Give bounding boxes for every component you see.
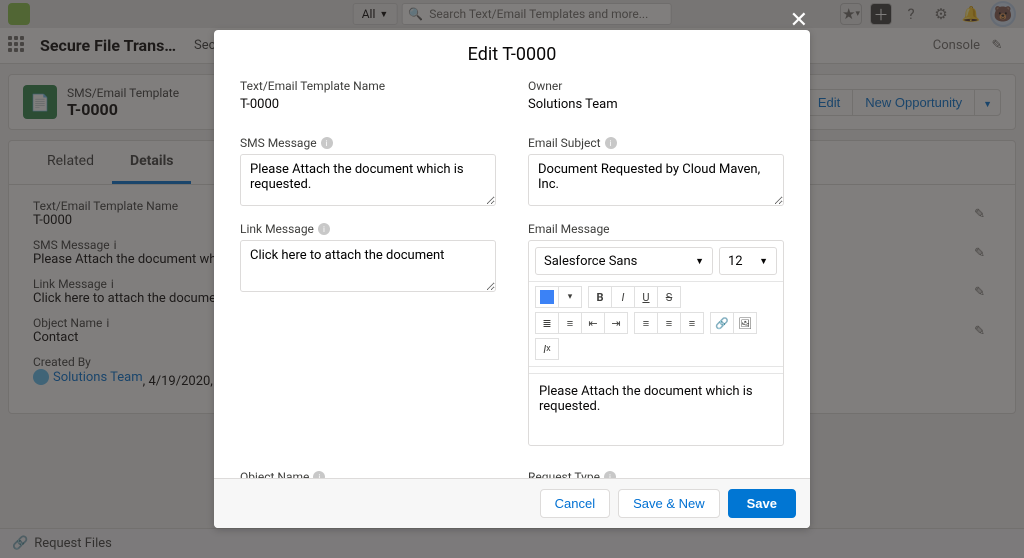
font-size-select[interactable]: 12 ▼ (719, 247, 777, 275)
bold-button[interactable]: B (588, 286, 612, 308)
indent-button[interactable]: ⇥ (604, 312, 628, 334)
label-email-subject: Email Subject (528, 136, 601, 150)
edit-modal: Edit T-0000 Text/Email Template Name T-0… (214, 30, 810, 528)
label-object-name: Object Name (240, 470, 309, 478)
save-button[interactable]: Save (728, 489, 796, 518)
link-message-textarea[interactable] (240, 240, 496, 292)
email-subject-textarea[interactable] (528, 154, 784, 206)
modal-title: Edit T-0000 (214, 30, 810, 75)
color-caret[interactable]: ▾ (558, 286, 582, 308)
label-sms-message: SMS Message (240, 136, 317, 150)
strikethrough-button[interactable]: S (657, 286, 681, 308)
modal-overlay: ✕ Edit T-0000 Text/Email Template Name T… (0, 0, 1024, 558)
info-icon[interactable]: i (313, 471, 325, 478)
label-template-name: Text/Email Template Name (240, 79, 496, 93)
rich-text-editor: Salesforce Sans ▼ 12 ▼ ▾ (528, 240, 784, 446)
font-family-select[interactable]: Salesforce Sans ▼ (535, 247, 713, 275)
italic-button[interactable]: I (611, 286, 635, 308)
email-message-textarea[interactable]: Please Attach the document which is requ… (529, 373, 783, 445)
value-template-name: T-0000 (240, 97, 496, 112)
chevron-down-icon: ▼ (759, 256, 768, 267)
info-icon[interactable]: i (318, 223, 330, 235)
outdent-button[interactable]: ⇤ (581, 312, 605, 334)
info-icon[interactable]: i (605, 137, 617, 149)
align-center-button[interactable]: ≡ (657, 312, 681, 334)
label-email-message: Email Message (528, 222, 784, 236)
info-icon[interactable]: i (321, 137, 333, 149)
label-link-message: Link Message (240, 222, 314, 236)
insert-image-button[interactable]: 🖼 (733, 312, 757, 334)
font-size-value: 12 (728, 254, 743, 269)
bulleted-list-button[interactable]: ≣ (535, 312, 559, 334)
font-family-value: Salesforce Sans (544, 254, 637, 269)
save-and-new-button[interactable]: Save & New (618, 489, 720, 518)
numbered-list-button[interactable]: ≡ (558, 312, 582, 334)
insert-link-button[interactable]: 🔗 (710, 312, 734, 334)
text-color-button[interactable] (535, 286, 559, 308)
underline-button[interactable]: U (634, 286, 658, 308)
chevron-down-icon: ▼ (695, 256, 704, 267)
align-right-button[interactable]: ≡ (680, 312, 704, 334)
modal-footer: Cancel Save & New Save (214, 478, 810, 528)
label-owner: Owner (528, 79, 784, 93)
clear-formatting-button[interactable]: Ix (535, 338, 559, 360)
sms-message-textarea[interactable] (240, 154, 496, 206)
label-request-type: Request Type (528, 470, 600, 478)
align-left-button[interactable]: ≡ (634, 312, 658, 334)
cancel-button[interactable]: Cancel (540, 489, 610, 518)
info-icon[interactable]: i (604, 471, 616, 478)
value-owner: Solutions Team (528, 97, 784, 112)
modal-close-icon[interactable]: ✕ (790, 8, 808, 33)
